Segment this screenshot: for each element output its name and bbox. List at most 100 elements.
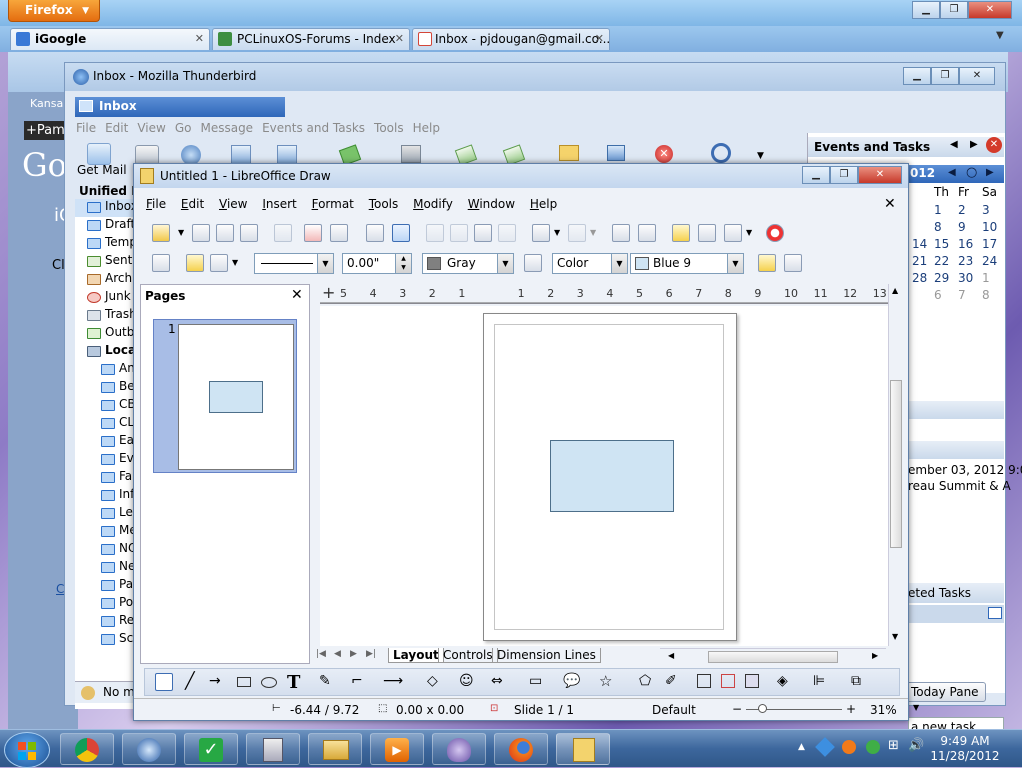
open-icon[interactable]	[192, 224, 210, 242]
calendar-day[interactable]: 10	[982, 220, 1004, 237]
calendar-day[interactable]: 21	[912, 254, 934, 271]
gallery-icon[interactable]	[698, 224, 716, 242]
close-tab-icon[interactable]: ✕	[195, 32, 204, 45]
zoom-out-icon[interactable]: −	[732, 702, 742, 716]
tab-dimension-lines[interactable]: Dimension Lines	[492, 648, 601, 663]
menu-tools[interactable]: Tools	[374, 121, 404, 135]
local-subfolder[interactable]: Ea	[75, 433, 134, 451]
menu-view[interactable]: View	[219, 197, 247, 211]
calendar-day[interactable]: 1	[982, 271, 1004, 288]
hscroll-thumb[interactable]	[708, 651, 838, 663]
image-icon[interactable]	[638, 224, 656, 242]
local-subfolder[interactable]: Fa	[75, 469, 134, 487]
calendar-day[interactable]	[912, 288, 934, 305]
save-icon[interactable]	[216, 224, 234, 242]
chevron-down-icon[interactable]: ▼	[590, 228, 596, 237]
taskbar-libreoffice-draw[interactable]	[556, 733, 610, 765]
local-subfolder[interactable]: Be	[75, 379, 135, 397]
folder-sent[interactable]: Sent	[75, 253, 134, 271]
tab-list-icon[interactable]: ▼	[996, 30, 1004, 41]
taskbar-firefox[interactable]	[494, 733, 548, 765]
calendar-day[interactable]: 3	[982, 203, 1004, 220]
rectangle-tool-icon[interactable]	[237, 677, 251, 687]
calendar-day[interactable]: 8	[934, 220, 958, 237]
menu-help[interactable]: Help	[413, 121, 440, 135]
curve-tool-icon[interactable]: ✎	[319, 673, 331, 689]
line-tool-icon[interactable]: ╱	[185, 673, 205, 691]
select-icon[interactable]	[155, 673, 173, 691]
chevron-left-icon[interactable]: ◀	[950, 139, 958, 150]
folder-templates[interactable]: Temp	[75, 235, 137, 253]
styles-icon[interactable]	[152, 254, 170, 272]
align-icon[interactable]: ⊫	[813, 673, 825, 689]
maximize-button[interactable]: ❐	[940, 1, 968, 19]
tab-nav-next-icon[interactable]: ▶	[350, 649, 357, 659]
completed-tasks-label[interactable]: eted Tasks	[908, 586, 971, 600]
email-icon[interactable]	[240, 224, 258, 242]
tab-nav-first-icon[interactable]: |◀	[316, 649, 326, 659]
firefox-menu-button[interactable]: Firefox ▼	[8, 0, 100, 22]
calendar-day[interactable]: 17	[982, 237, 1004, 254]
callouts-icon[interactable]: 💬	[563, 673, 580, 689]
zoom-in-icon[interactable]: +	[846, 702, 856, 716]
calendar-day[interactable]: 28	[912, 271, 934, 288]
local-subfolder[interactable]: Pa	[75, 577, 134, 595]
symbol-shapes-icon[interactable]: ☺	[459, 673, 474, 689]
menu-message[interactable]: Message	[200, 121, 253, 135]
calendar-day[interactable]: 16	[958, 237, 982, 254]
tag-icon[interactable]	[277, 145, 297, 165]
menu-help[interactable]: Help	[530, 197, 557, 211]
folder-local-folders[interactable]: Local	[75, 343, 140, 361]
clone-formatting-icon[interactable]	[498, 224, 516, 242]
calendar-day[interactable]: 14	[912, 237, 934, 254]
tray-status-icon[interactable]	[866, 740, 880, 754]
close-button[interactable]: ✕	[959, 67, 995, 85]
lines-arrows-icon[interactable]: ⟶	[383, 673, 403, 689]
vertical-scrollbar[interactable]: ▲ ▼	[888, 284, 904, 646]
line-style-select[interactable]: ▼	[254, 253, 334, 274]
calendar-day[interactable]: 6	[934, 288, 958, 305]
minimize-button[interactable]: ▁	[802, 166, 830, 184]
calendar-day[interactable]	[912, 203, 934, 220]
zoom-slider-thumb[interactable]	[758, 704, 767, 713]
calendar-day[interactable]	[912, 220, 934, 237]
block-arrows-icon[interactable]: ⇔	[491, 673, 503, 689]
edit-file-icon[interactable]	[274, 224, 292, 242]
calendar-day[interactable]: 1	[934, 203, 958, 220]
local-subfolder[interactable]: An	[75, 361, 135, 379]
local-subfolder[interactable]: CB	[75, 397, 136, 415]
undo-icon[interactable]	[532, 224, 550, 242]
maximize-button[interactable]: ❐	[931, 67, 959, 85]
redo-icon[interactable]	[568, 224, 586, 242]
taskbar-media-player[interactable]: ▶	[370, 733, 424, 765]
bookmark-kansas[interactable]: Kansa	[30, 97, 63, 110]
chevron-down-icon[interactable]: ▼	[554, 228, 560, 237]
area-icon[interactable]	[524, 254, 542, 272]
spellcheck-icon[interactable]	[366, 224, 384, 242]
get-mail-label[interactable]: Get Mail	[77, 163, 127, 177]
folder-drafts[interactable]: Drafts	[75, 217, 142, 235]
today-pane-button[interactable]: Today Pane ▼	[906, 682, 986, 712]
thunderbird-tab-inbox[interactable]: Inbox	[75, 97, 285, 117]
taskbar-pidgin[interactable]	[432, 733, 486, 765]
chevron-right-icon[interactable]: ▶	[970, 139, 978, 150]
toolbar-overflow-icon[interactable]: ▼	[757, 151, 764, 161]
arrange-icon[interactable]: ⧉	[851, 673, 861, 689]
tab-pclinuxos-forums[interactable]: PCLinuxOS-Forums - Index ✕	[212, 28, 410, 50]
menu-events-and-tasks[interactable]: Events and Tasks	[262, 121, 365, 135]
folder-inbox[interactable]: Inbox	[75, 199, 138, 217]
local-subfolder[interactable]: Me	[75, 523, 137, 541]
taskbar-thunderbird[interactable]	[122, 733, 176, 765]
close-button[interactable]: ✕	[858, 166, 902, 184]
chat-icon[interactable]	[181, 145, 201, 165]
calendar-day[interactable]: 2	[958, 203, 982, 220]
calendar-view-icon[interactable]	[607, 145, 625, 161]
event-date[interactable]: ember 03, 2012 9:0	[908, 463, 1022, 477]
menu-go[interactable]: Go	[175, 121, 192, 135]
offline-status-icon[interactable]	[81, 686, 95, 700]
menu-file[interactable]: File	[76, 121, 96, 135]
file-icon[interactable]	[559, 145, 579, 161]
calendar-next-icon[interactable]: ▶	[986, 167, 994, 178]
local-subfolder[interactable]: NO	[75, 541, 137, 559]
calendar-today-icon[interactable]: ○	[966, 165, 977, 180]
